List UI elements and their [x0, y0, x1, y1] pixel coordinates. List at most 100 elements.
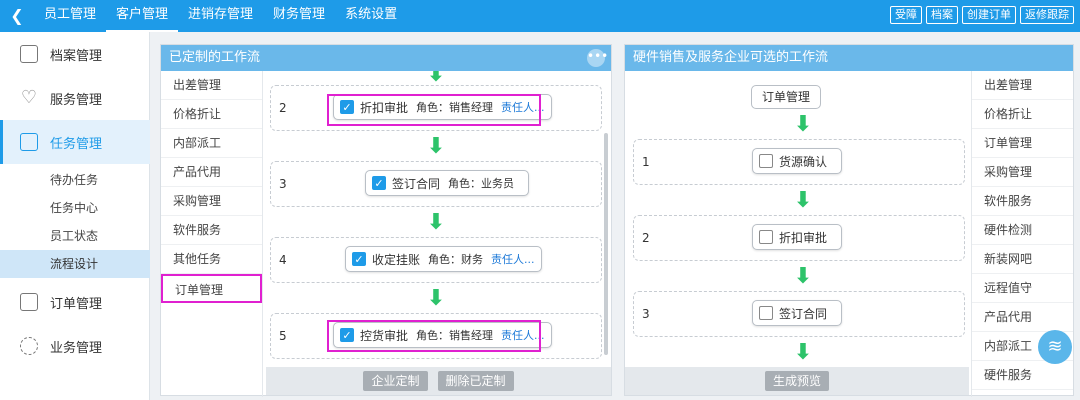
panel-title: 硬件销售及服务企业可选的工作流: [633, 50, 829, 65]
sidebar-subitem-flow-design[interactable]: 流程设计: [0, 250, 150, 278]
category-item[interactable]: 产品代用: [972, 303, 1073, 332]
assistant-float-icon[interactable]: ≋: [1038, 330, 1072, 364]
category-item[interactable]: 远程值守: [972, 274, 1073, 303]
sidebar-subitem-staff-status[interactable]: 员工状态: [0, 222, 150, 250]
sidebar-item-orders[interactable]: 订单管理: [0, 280, 150, 324]
panel-title: 已定制的工作流: [169, 50, 261, 65]
node-owner-link[interactable]: 责任人...: [491, 251, 535, 267]
workflow-canvas: ⬇ 2 ✓ 折扣审批 角色：销售经理 责任人... ⬇ 3 ✓ 签订合同 角色：…: [266, 71, 610, 367]
node-name: 签订合同: [779, 306, 828, 321]
checkbox-checked-icon[interactable]: ✓: [352, 252, 366, 266]
scrollbar[interactable]: [604, 133, 608, 355]
workflow-node[interactable]: ✓ 收定挂账 角色：财务 责任人...: [345, 246, 542, 272]
checkbox-empty-icon[interactable]: [759, 230, 773, 244]
workflow-node[interactable]: 货源确认: [752, 148, 843, 174]
sidebar-subitem-task-center[interactable]: 任务中心: [0, 194, 150, 222]
category-item[interactable]: 价格折让: [972, 100, 1073, 129]
nav-inventory[interactable]: 进销存管理: [178, 0, 263, 32]
sidebar-item-label: 业务管理: [50, 340, 103, 356]
cycle-icon: [20, 337, 38, 355]
sidebar-item-business[interactable]: 业务管理: [0, 324, 150, 368]
workflow-node[interactable]: 折扣审批: [752, 224, 843, 250]
highlight-box: [327, 320, 541, 352]
sidebar-item-label: 服务管理: [50, 92, 103, 108]
sidebar-item-service[interactable]: ♡ 服务管理: [0, 76, 150, 120]
sidebar-item-label: 任务管理: [50, 136, 103, 152]
category-item[interactable]: 产品代用: [161, 158, 262, 187]
workflow-step: 3 ✓ 签订合同 角色：业务员: [270, 161, 602, 207]
category-item[interactable]: 内部派工: [161, 129, 262, 158]
category-item[interactable]: 价格折让: [161, 100, 262, 129]
category-item[interactable]: 订单管理: [972, 129, 1073, 158]
workflow-step: 3 签订合同: [633, 291, 965, 337]
document-icon: [20, 45, 38, 63]
panel-footer: 企业定制 删除已定制: [266, 367, 611, 395]
workflow-node[interactable]: ✓ 签订合同 角色：业务员: [365, 170, 530, 196]
order-settings-icon: [20, 293, 38, 311]
arrow-down-icon: ⬇: [793, 264, 813, 289]
chevron-left-icon[interactable]: ❮: [8, 6, 26, 26]
enterprise-customize-button[interactable]: 企业定制: [363, 371, 428, 391]
category-item[interactable]: 出差管理: [972, 71, 1073, 100]
nav-settings[interactable]: 系统设置: [335, 0, 407, 32]
category-item[interactable]: 硬件检测: [972, 216, 1073, 245]
nav-employee[interactable]: 员工管理: [34, 0, 106, 32]
step-number: 1: [642, 155, 650, 169]
delete-customized-button[interactable]: 删除已定制: [437, 371, 514, 391]
sidebar-item-archives[interactable]: 档案管理: [0, 32, 150, 76]
sidebar: 档案管理 ♡ 服务管理 任务管理 待办任务 任务中心 员工状态 流程设计 订单管…: [0, 32, 150, 400]
workflow-step: 4 ✓ 收定挂账 角色：财务 责任人...: [270, 237, 602, 283]
node-role: 角色：财务: [428, 253, 484, 266]
node-name: 折扣审批: [779, 230, 828, 245]
clipboard-check-icon: [20, 133, 38, 151]
main-nav: 员工管理 客户管理 进销存管理 财务管理 系统设置: [34, 0, 407, 32]
generate-preview-button[interactable]: 生成预览: [764, 371, 829, 391]
arrow-down-icon: ⬇: [426, 286, 446, 311]
checkbox-empty-icon[interactable]: [759, 306, 773, 320]
category-item[interactable]: 采购管理: [972, 158, 1073, 187]
checkbox-empty-icon[interactable]: [759, 154, 773, 168]
nav-customer[interactable]: 客户管理: [106, 0, 179, 32]
nav-finance[interactable]: 财务管理: [263, 0, 335, 32]
workflow-step: 2 ✓ 折扣审批 角色：销售经理 责任人...: [270, 85, 602, 131]
category-item[interactable]: 软件服务: [161, 216, 262, 245]
repair-tracking-button[interactable]: 返修跟踪: [1020, 6, 1074, 24]
create-order-button[interactable]: 创建订单: [962, 6, 1016, 24]
category-item[interactable]: 硬件服务: [972, 361, 1073, 390]
step-number: 5: [279, 329, 287, 343]
arrow-down-icon: ⬇: [793, 112, 813, 137]
more-icon[interactable]: •••: [587, 49, 608, 67]
step-number: 2: [642, 231, 650, 245]
category-item[interactable]: 软件服务: [972, 187, 1073, 216]
sidebar-item-tasks[interactable]: 任务管理: [0, 120, 150, 164]
workflow-node[interactable]: 签订合同: [752, 300, 843, 326]
sidebar-subitem-todo[interactable]: 待办任务: [0, 166, 150, 194]
checkbox-checked-icon[interactable]: ✓: [372, 176, 386, 190]
category-list: 出差管理 价格折让 内部派工 产品代用 采购管理 软件服务 其他任务 订单管理: [161, 71, 263, 397]
workflow-canvas: 订单管理 ⬇ 1 货源确认 ⬇ 2 折扣审批 ⬇ 3 签订合同 ⬇: [629, 71, 969, 367]
node-name: 签订合同: [392, 176, 441, 191]
sidebar-item-label: 档案管理: [50, 48, 103, 64]
category-item[interactable]: 新装网吧: [972, 245, 1073, 274]
category-item[interactable]: 出差管理: [161, 71, 262, 100]
archive-button[interactable]: 档案: [926, 6, 958, 24]
panel-header: 已定制的工作流 •••: [161, 45, 611, 71]
heart-icon: ♡: [20, 87, 38, 108]
arrow-down-icon: ⬇: [426, 210, 446, 235]
optional-workflow-panel: 硬件销售及服务企业可选的工作流 订单管理 ⬇ 1 货源确认 ⬇ 2 折扣审批 ⬇…: [624, 44, 1074, 397]
category-item[interactable]: 采购管理: [161, 187, 262, 216]
step-number: 3: [279, 177, 287, 191]
fault-button[interactable]: 受障: [890, 6, 922, 24]
sidebar-item-label: 订单管理: [50, 296, 103, 312]
category-item[interactable]: 其他任务: [161, 245, 262, 274]
customized-workflow-panel: 已定制的工作流 ••• 出差管理 价格折让 内部派工 产品代用 采购管理 软件服…: [160, 44, 612, 397]
arrow-down-icon: ⬇: [793, 340, 813, 365]
category-item-selected[interactable]: 订单管理: [161, 274, 262, 303]
step-number: 4: [279, 253, 287, 267]
step-number: 2: [279, 101, 287, 115]
workflow-step: 1 货源确认: [633, 139, 965, 185]
arrow-down-icon: ⬇: [793, 188, 813, 213]
workflow-start-node[interactable]: 订单管理: [751, 85, 822, 109]
top-actions: 受障 档案 创建订单 返修跟踪: [890, 6, 1074, 24]
panel-header: 硬件销售及服务企业可选的工作流: [625, 45, 1073, 71]
